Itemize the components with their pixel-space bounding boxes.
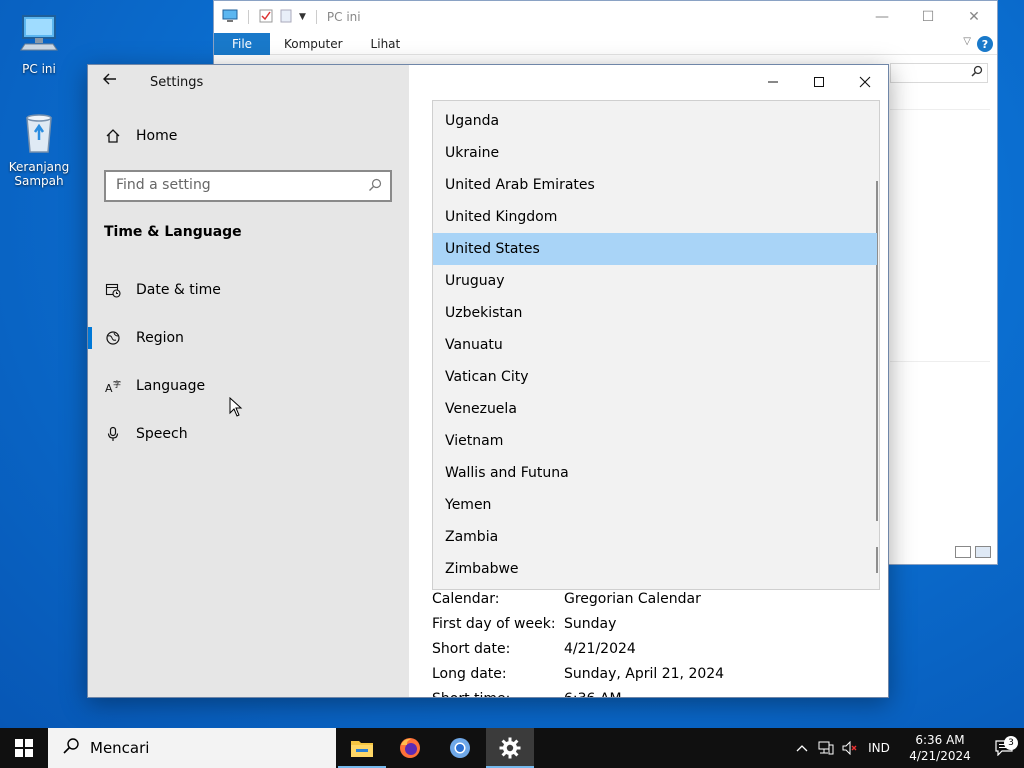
- desktop-icon-recycle-bin[interactable]: Keranjang Sampah: [1, 108, 77, 188]
- search-icon: [971, 65, 983, 80]
- network-icon[interactable]: [814, 741, 838, 755]
- settings-window[interactable]: Settings Home Find a setting Time & Lang…: [87, 64, 889, 698]
- chromium-icon: [450, 738, 470, 758]
- taskbar-firefox[interactable]: [386, 728, 434, 768]
- clock-date: 4/21/2024: [909, 749, 971, 763]
- chevron-down-icon[interactable]: ▽: [963, 36, 971, 47]
- notification-count-badge: 3: [1004, 736, 1018, 750]
- format-value: Sunday, April 21, 2024: [564, 666, 725, 682]
- desktop-icon-label: Keranjang Sampah: [8, 160, 70, 188]
- clock[interactable]: 6:36 AM 4/21/2024: [896, 732, 984, 764]
- help-icon[interactable]: ?: [977, 36, 993, 52]
- desktop: PC ini Keranjang Sampah ▼ PC ini — ☐ ✕ F…: [0, 0, 1024, 728]
- format-label: Long date:: [432, 666, 507, 682]
- folder-icon: [351, 741, 373, 757]
- regional-format-row: Short date: 4/21/2024: [432, 641, 636, 657]
- format-label: Short date:: [432, 641, 511, 657]
- tab-file[interactable]: File: [214, 32, 270, 55]
- explorer-title: PC ini: [326, 10, 361, 24]
- format-label: Calendar:: [432, 591, 500, 607]
- recycle-bin-icon: [15, 108, 63, 156]
- format-value: 4/21/2024: [564, 641, 636, 657]
- explorer-search-input[interactable]: [890, 63, 988, 83]
- new-folder-icon[interactable]: [279, 9, 293, 26]
- tab-computer[interactable]: Komputer: [270, 37, 357, 51]
- format-value: Gregorian Calendar: [564, 591, 701, 607]
- regional-format-row: Long date: Sunday, April 21, 2024: [432, 666, 724, 682]
- regional-format-row: First day of week: Sunday: [432, 616, 616, 632]
- taskbar-settings[interactable]: [486, 728, 534, 768]
- search-icon: [62, 737, 80, 759]
- taskbar-file-explorer[interactable]: [338, 728, 386, 768]
- gear-icon: [499, 737, 521, 759]
- start-button[interactable]: [0, 728, 48, 768]
- large-icons-view-button[interactable]: [975, 546, 991, 558]
- details-view-button[interactable]: [955, 546, 971, 558]
- computer-icon: [15, 10, 63, 58]
- speaker-muted-icon[interactable]: [838, 741, 862, 755]
- explorer-ribbon: File Komputer Lihat ▽ ?: [214, 32, 997, 55]
- regional-format-row: Short time:6:36 AM: [432, 691, 622, 697]
- taskbar-chromium[interactable]: [436, 728, 484, 768]
- taskbar-search-box[interactable]: Mencari: [48, 728, 336, 768]
- firefox-icon: [400, 738, 420, 758]
- format-value: Sunday: [564, 616, 617, 632]
- properties-icon[interactable]: [259, 9, 273, 26]
- customize-quick-access-icon[interactable]: ▼: [299, 12, 306, 22]
- maximize-button[interactable]: ☐: [905, 1, 951, 33]
- close-button[interactable]: ✕: [951, 1, 997, 33]
- system-tray: IND 6:36 AM 4/21/2024 3: [790, 728, 1024, 768]
- desktop-icon-label: PC ini: [22, 62, 56, 76]
- computer-icon: [222, 9, 238, 26]
- windows-logo-icon: [15, 739, 33, 757]
- tab-view[interactable]: Lihat: [357, 37, 415, 51]
- format-value: 6:36 AM: [564, 691, 622, 697]
- desktop-icon-this-pc[interactable]: PC ini: [1, 10, 77, 76]
- regional-format-row: Calendar: Gregorian Calendar: [432, 591, 701, 607]
- chevron-up-icon[interactable]: [790, 744, 814, 752]
- taskbar-search-placeholder: Mencari: [90, 739, 150, 757]
- input-language-indicator[interactable]: IND: [862, 741, 896, 755]
- format-label: Short time:: [432, 691, 564, 697]
- minimize-button[interactable]: —: [859, 1, 905, 33]
- format-label: First day of week:: [432, 616, 556, 632]
- clock-time: 6:36 AM: [915, 733, 965, 747]
- taskbar: Mencari IND 6:36 AM 4/21/2024 3: [0, 728, 1024, 768]
- mouse-cursor-icon: [229, 396, 243, 421]
- action-center-button[interactable]: 3: [984, 736, 1024, 756]
